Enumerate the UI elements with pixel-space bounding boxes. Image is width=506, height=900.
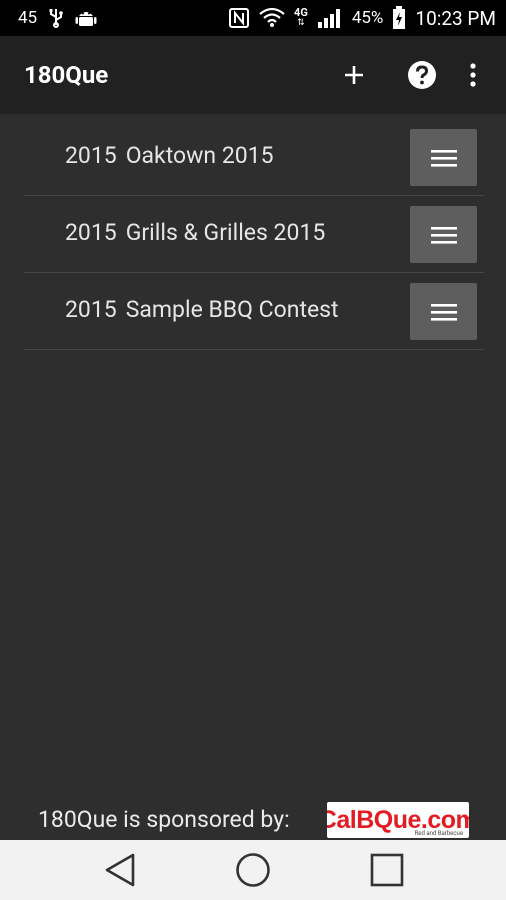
help-button[interactable] (404, 57, 440, 93)
contest-year: 2015 (65, 219, 117, 246)
wifi-icon (259, 7, 285, 29)
contest-menu-button[interactable] (410, 283, 477, 340)
contest-name: Sample BBQ Contest (125, 296, 339, 323)
contest-name: Grills & Grilles 2015 (125, 219, 326, 246)
sponsor-text: 180Que is sponsored by: (38, 806, 290, 833)
add-button[interactable] (336, 57, 372, 93)
recent-apps-button[interactable] (365, 850, 409, 890)
more-vert-icon (470, 63, 476, 87)
contest-label: 2015 Sample BBQ Contest (65, 296, 339, 323)
status-bar: 45 4G ⇅ 45% 10:23 PM (0, 0, 506, 36)
home-button[interactable] (231, 850, 275, 890)
list-item[interactable]: 2015 Grills & Grilles 2015 (24, 196, 484, 273)
nfc-icon (228, 7, 250, 29)
menu-icon (430, 226, 457, 244)
back-button[interactable] (98, 850, 142, 890)
battery-percent: 45% (351, 8, 384, 28)
sponsor-banner: 180Que is sponsored by: CalBQue.com Red … (0, 800, 506, 840)
android-icon (75, 8, 97, 28)
notification-count: 45 (18, 8, 38, 28)
add-icon (345, 66, 363, 84)
more-options-button[interactable] (455, 57, 491, 93)
contest-label: 2015 Oaktown 2015 (65, 142, 274, 169)
sponsor-logo[interactable]: CalBQue.com Red and Barbecue (327, 802, 469, 838)
contest-name: Oaktown 2015 (125, 142, 274, 169)
sponsor-logo-tagline: Red and Barbecue (414, 830, 463, 837)
menu-icon (430, 303, 457, 321)
home-icon (236, 853, 270, 887)
back-icon (105, 853, 135, 887)
signal-icon (317, 7, 343, 29)
list-item[interactable]: 2015 Oaktown 2015 (24, 119, 484, 196)
contest-year: 2015 (65, 142, 117, 169)
app-bar: 180Que (0, 36, 506, 114)
contest-label: 2015 Grills & Grilles 2015 (65, 219, 325, 246)
usb-icon (49, 8, 63, 28)
menu-icon (430, 149, 457, 167)
clock: 10:23 PM (415, 6, 496, 30)
list-item[interactable]: 2015 Sample BBQ Contest (24, 273, 484, 350)
contest-year: 2015 (65, 296, 117, 323)
network-type: 4G ⇅ (294, 6, 308, 28)
contest-menu-button[interactable] (410, 206, 477, 263)
contest-list: 2015 Oaktown 2015 2015 Grills & Grilles 20… (24, 119, 484, 350)
contest-menu-button[interactable] (410, 129, 477, 186)
recent-apps-icon (370, 853, 404, 887)
battery-icon (392, 6, 406, 30)
help-icon (408, 61, 436, 89)
app-title: 180Que (24, 61, 109, 89)
navigation-bar (0, 840, 506, 900)
